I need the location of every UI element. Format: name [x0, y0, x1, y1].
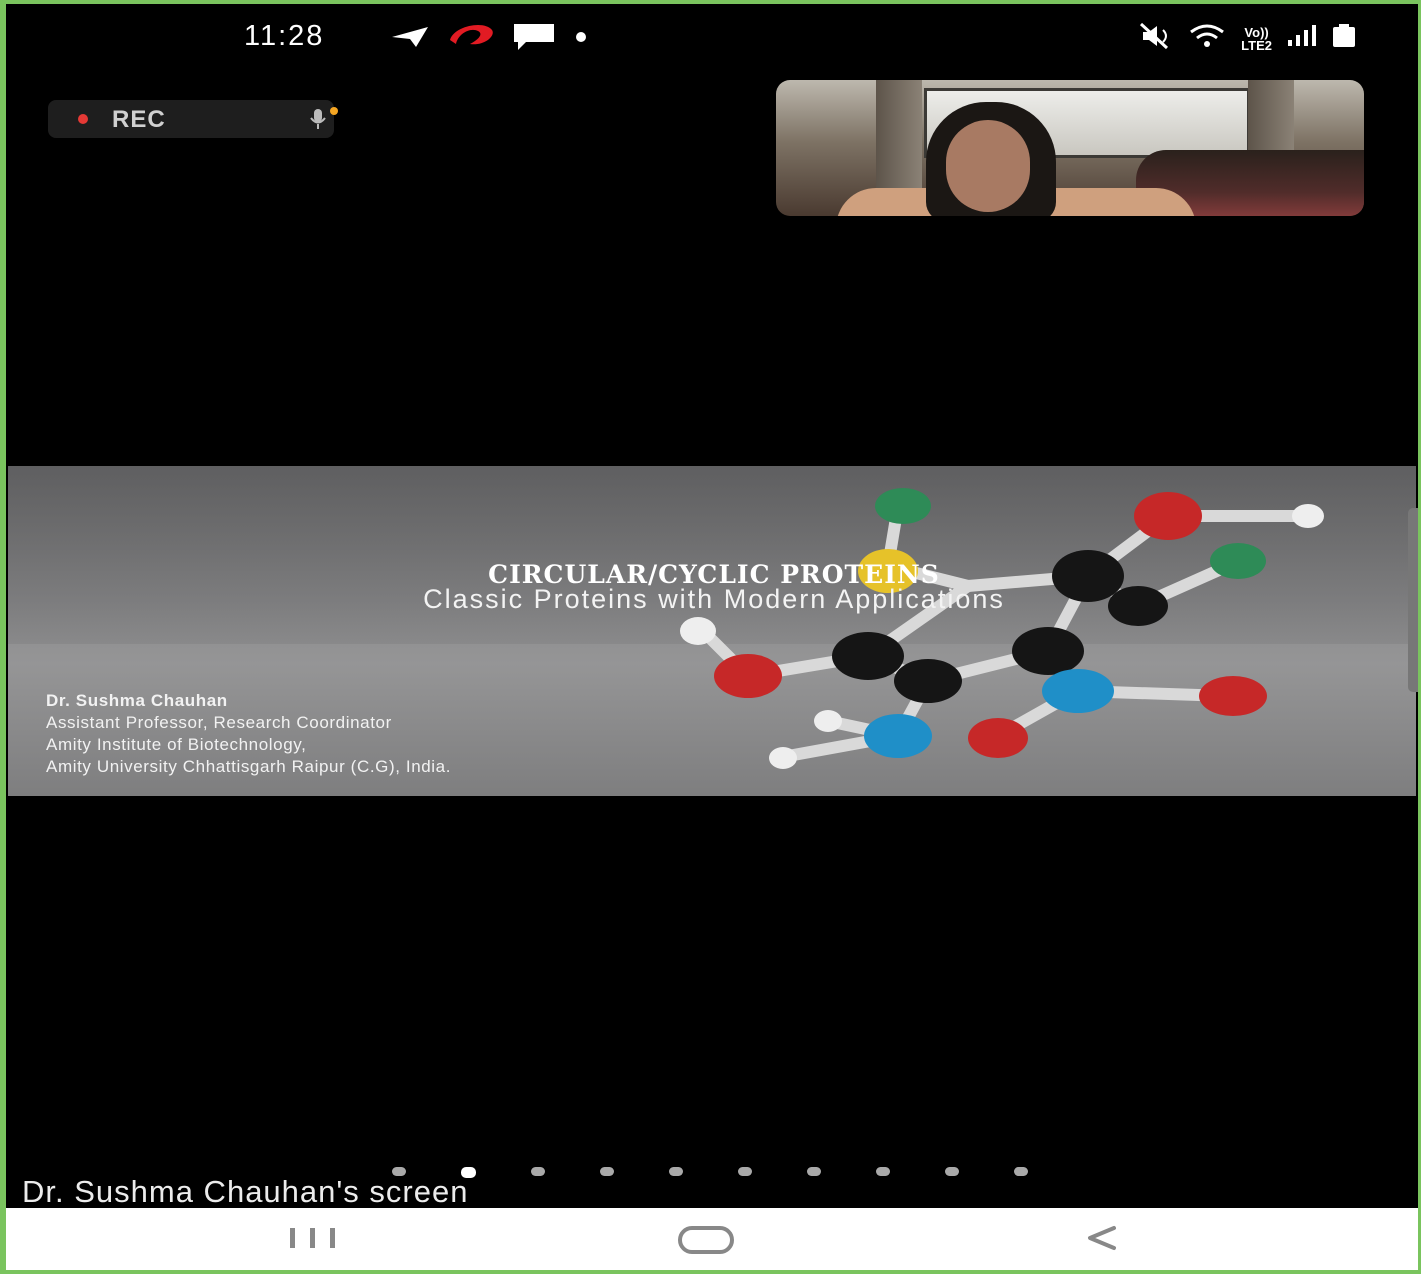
notification-dot-icon: [570, 30, 592, 49]
back-icon[interactable]: [1082, 1218, 1122, 1263]
page-indicator[interactable]: [392, 1167, 1028, 1178]
recents-icon[interactable]: [286, 1218, 342, 1263]
airtel-icon: [444, 22, 498, 57]
page-dot[interactable]: [738, 1167, 752, 1176]
presenter-role: Assistant Professor, Research Coordinato…: [46, 713, 392, 732]
message-icon: [512, 22, 556, 57]
home-icon[interactable]: [676, 1218, 736, 1263]
presenter-university: Amity University Chhattisgarh Raipur (C.…: [46, 757, 452, 776]
recording-dot-icon: [78, 114, 88, 124]
signal-icon: [1286, 24, 1316, 53]
status-bar: 11:28 Vo)) LTE2: [6, 4, 1418, 72]
zoom-meeting-screen: 11:28 Vo)) LTE2 REC CIRCULAR/CYCLIC PROT…: [6, 4, 1418, 1270]
recording-label: REC: [112, 106, 166, 133]
volte-lte2-icon: Vo)) LTE2: [1241, 24, 1272, 53]
participant-video-thumbnail[interactable]: [776, 80, 1364, 216]
page-dot[interactable]: [807, 1167, 821, 1176]
page-dot[interactable]: [531, 1167, 545, 1176]
presenter-institute: Amity Institute of Biotechnology,: [46, 735, 307, 754]
recording-indicator[interactable]: REC: [48, 100, 338, 138]
page-dot[interactable]: [876, 1167, 890, 1176]
page-dot[interactable]: [1014, 1167, 1028, 1176]
page-dot[interactable]: [945, 1167, 959, 1176]
screen-share-caption: Dr. Sushma Chauhan's screen: [22, 1174, 469, 1209]
page-dot[interactable]: [669, 1167, 683, 1176]
status-time: 11:28: [244, 20, 325, 52]
wifi-icon: [1187, 22, 1227, 55]
system-icons: Vo)) LTE2: [1139, 22, 1358, 55]
side-scroll-handle[interactable]: [1408, 508, 1418, 692]
battery-icon: [1330, 23, 1358, 54]
presenter-details: Dr. Sushma Chauhan Assistant Professor, …: [46, 690, 451, 778]
page-dot[interactable]: [600, 1167, 614, 1176]
telegram-icon: [390, 25, 430, 54]
slide-subtitle: Classic Proteins with Modern Application…: [423, 584, 1005, 614]
presenter-name: Dr. Sushma Chauhan: [46, 691, 228, 710]
mute-icon: [1139, 22, 1173, 55]
shared-screen-slide[interactable]: CIRCULAR/CYCLIC PROTEINS Classic Protein…: [8, 466, 1416, 796]
android-navigation-bar: [6, 1208, 1418, 1270]
microphone-icon: [308, 107, 344, 136]
notification-icons: [390, 22, 592, 57]
participant-face: [946, 120, 1030, 212]
